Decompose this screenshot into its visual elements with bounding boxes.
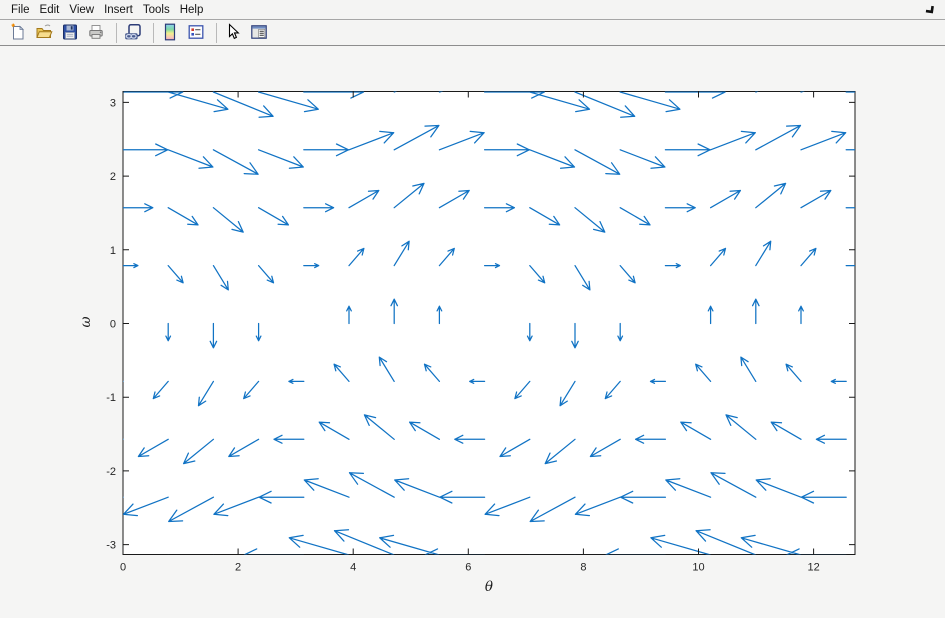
- menu-item-edit[interactable]: Edit: [35, 0, 65, 20]
- menu-item-insert[interactable]: Insert: [99, 0, 138, 20]
- new-document-icon: [9, 22, 27, 44]
- open-file-button[interactable]: [33, 22, 55, 44]
- open-folder-icon: [35, 23, 53, 44]
- colorbar-icon: [161, 23, 179, 44]
- y-tick-label: -2: [106, 466, 116, 478]
- y-tick-label: -3: [106, 540, 116, 552]
- menu-item-help[interactable]: Help: [175, 0, 209, 20]
- x-tick-label: 12: [807, 562, 819, 574]
- figure-toolbar: [0, 21, 945, 46]
- menu-item-file[interactable]: File: [6, 0, 35, 20]
- quiver-plot: 0 2 4 6 8 10 12-3-2-10123: [106, 91, 856, 574]
- x-tick-label: 6: [465, 562, 471, 574]
- edit-plot-button[interactable]: [222, 22, 244, 44]
- y-tick-label: 0: [110, 319, 116, 331]
- menu-item-tools[interactable]: Tools: [138, 0, 175, 20]
- y-tick-label: -1: [106, 392, 116, 404]
- new-figure-button[interactable]: [7, 22, 29, 44]
- menu-item-view[interactable]: View: [64, 0, 99, 20]
- link-plot-button[interactable]: [122, 22, 144, 44]
- y-tick-label: 2: [110, 171, 116, 183]
- toolbar-separator: [153, 23, 154, 43]
- toolbar-separator: [216, 23, 217, 43]
- menu-bar: File Edit View Insert Tools Help: [0, 0, 945, 20]
- legend-icon: [187, 23, 205, 44]
- y-tick-label: 1: [110, 245, 116, 257]
- figure-canvas: 0 2 4 6 8 10 12 -3 -2 -1 0 1 2 3 θ ω: [0, 47, 945, 618]
- figure-window: { "menu": { "items": ["File","Edit","Vie…: [0, 0, 945, 618]
- se-arrow-cursor-icon: [923, 2, 934, 14]
- x-axis-label: θ: [484, 579, 494, 595]
- y-tick-label: 3: [110, 97, 116, 109]
- x-tick-label: 10: [692, 562, 704, 574]
- toolbar-separator: [116, 23, 117, 43]
- x-tick-label: 8: [580, 562, 586, 574]
- save-figure-button[interactable]: [59, 22, 81, 44]
- x-tick-label: 4: [350, 562, 356, 574]
- print-icon: [87, 23, 105, 44]
- pointer-icon: [224, 22, 242, 44]
- link-plot-icon: [124, 23, 142, 44]
- y-axis-label: ω: [78, 316, 94, 328]
- save-icon: [61, 23, 79, 44]
- insert-legend-button[interactable]: [185, 22, 207, 44]
- x-tick-label: 2: [235, 562, 241, 574]
- x-tick-label: 0: [120, 562, 126, 574]
- print-figure-button[interactable]: [85, 22, 107, 44]
- insert-colorbar-button[interactable]: [159, 22, 181, 44]
- plot-tools-icon: [250, 23, 268, 44]
- show-plot-tools-button[interactable]: [248, 22, 270, 44]
